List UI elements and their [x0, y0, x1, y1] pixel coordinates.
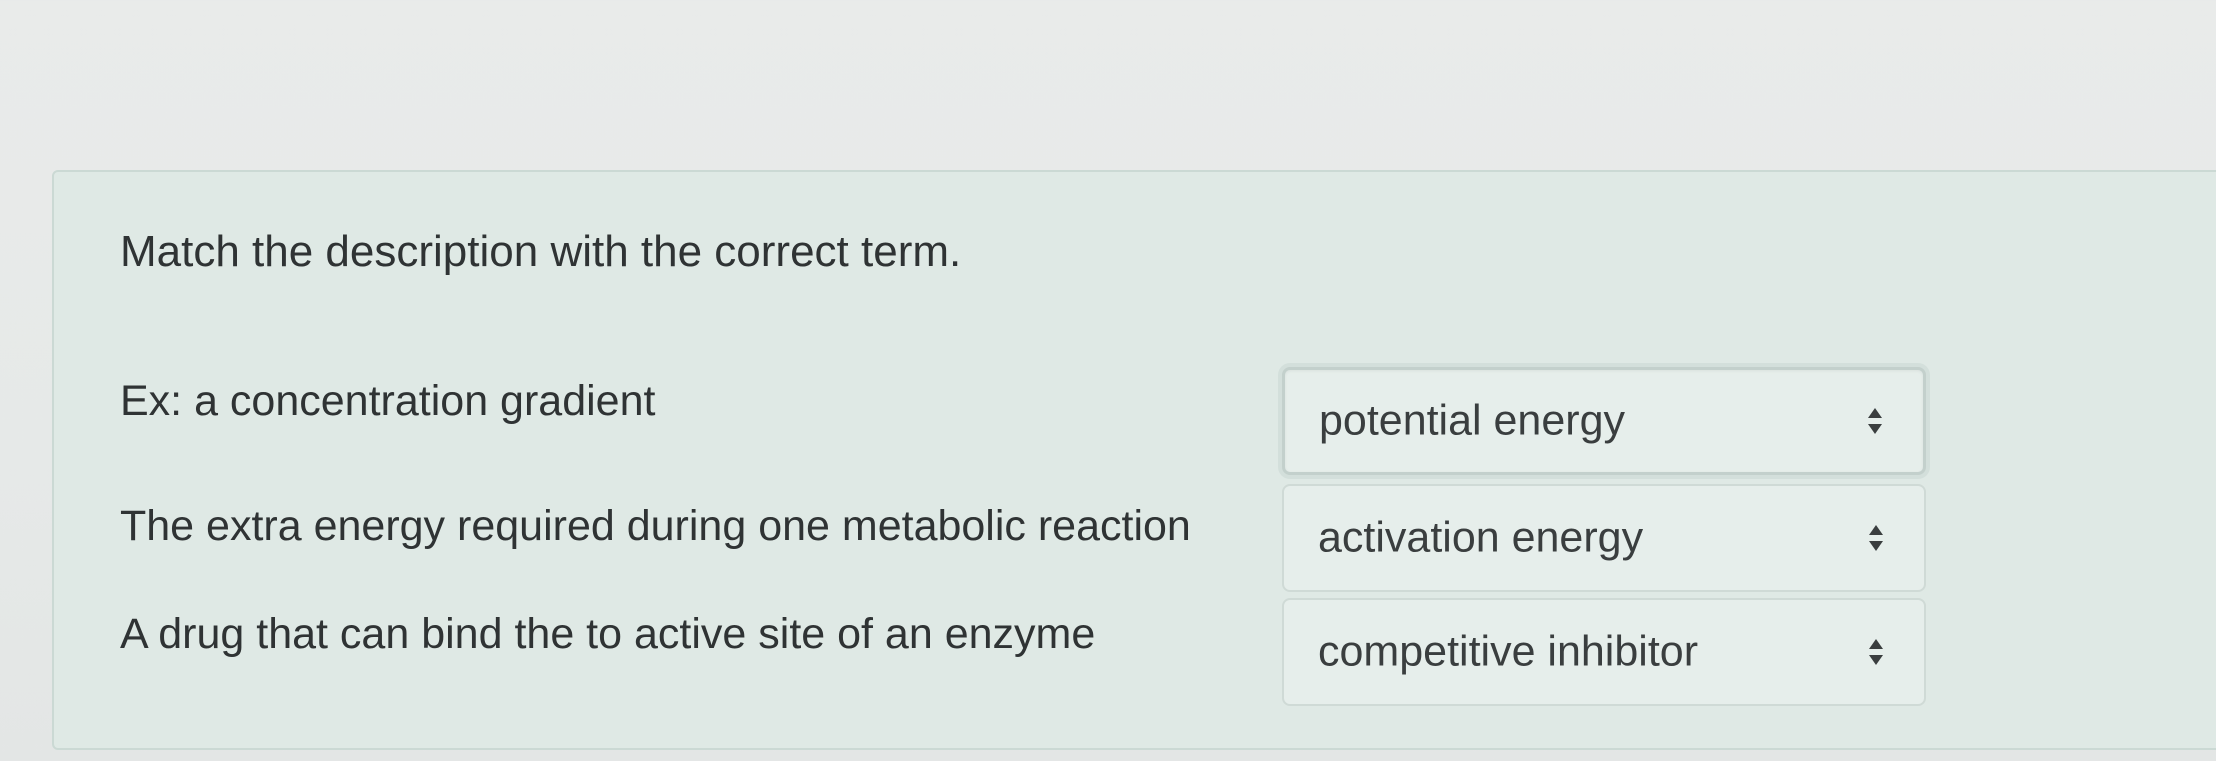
- term-select-1[interactable]: potential energy: [1282, 367, 1926, 475]
- term-select-3[interactable]: competitive inhibitor: [1282, 598, 1926, 706]
- term-select-2[interactable]: activation energy: [1282, 484, 1926, 592]
- up-down-caret-icon: [1869, 639, 1883, 665]
- up-down-caret-icon: [1869, 525, 1883, 551]
- term-select-1-value: potential energy: [1319, 396, 1625, 445]
- up-down-caret-icon: [1868, 408, 1882, 434]
- term-select-3-value: competitive inhibitor: [1318, 627, 1699, 676]
- row-description-1: Ex: a concentration gradient: [120, 377, 656, 425]
- question-panel: Match the description with the correct t…: [52, 170, 2216, 750]
- question-prompt: Match the description with the correct t…: [120, 227, 962, 276]
- term-select-2-value: activation energy: [1318, 513, 1644, 562]
- row-description-3: A drug that can bind the to active site …: [120, 610, 1096, 658]
- row-description-2: The extra energy required during one met…: [120, 502, 1191, 550]
